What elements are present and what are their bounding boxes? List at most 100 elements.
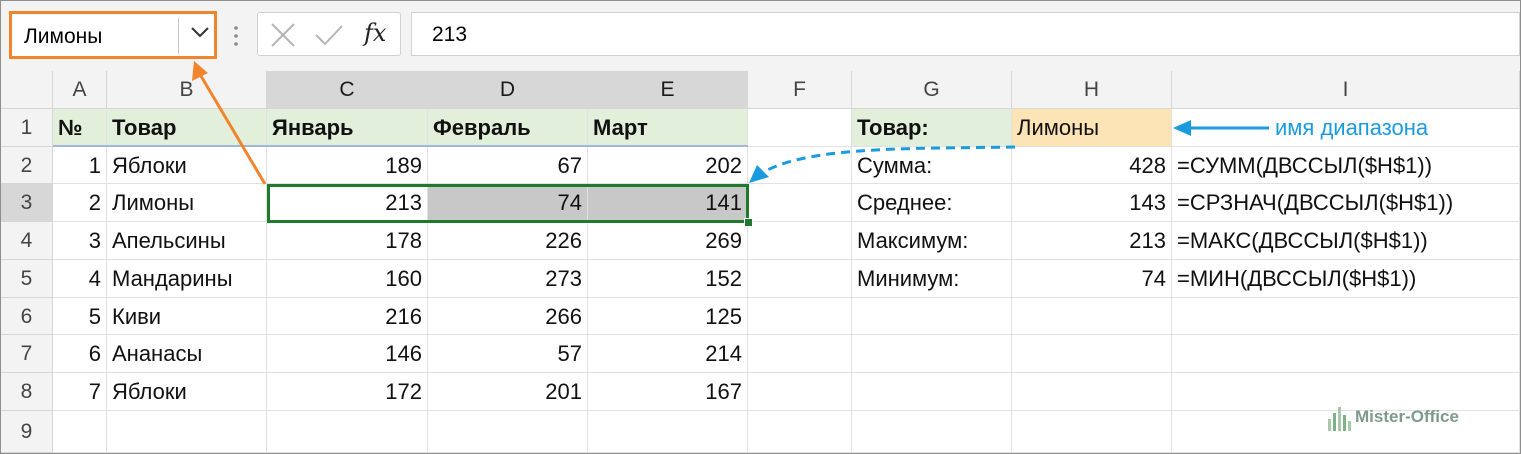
grid-line xyxy=(747,109,748,453)
drag-handle-icon[interactable] xyxy=(233,25,239,47)
cell-e5[interactable]: 152 xyxy=(593,260,742,298)
cell-b1[interactable]: Товар xyxy=(112,109,261,147)
formula-bar: Лимоны fx 213 xyxy=(1,1,1520,71)
column-header-i[interactable]: I xyxy=(1172,71,1520,109)
cell-b7[interactable]: Ананасы xyxy=(112,335,261,373)
grid-line xyxy=(587,109,588,453)
row-header-3[interactable]: 3 xyxy=(1,184,53,222)
column-header-b[interactable]: B xyxy=(107,71,267,109)
cell-c1[interactable]: Январь xyxy=(272,109,422,147)
name-box-value[interactable]: Лимоны xyxy=(24,25,102,49)
cell-a3[interactable]: 2 xyxy=(58,184,101,222)
cell-c8[interactable]: 172 xyxy=(272,373,422,411)
cell-b8[interactable]: Яблоки xyxy=(112,373,261,411)
cell-h1[interactable]: Лимоны xyxy=(1017,109,1166,147)
name-box[interactable]: Лимоны xyxy=(9,11,217,59)
cell-d8[interactable]: 201 xyxy=(433,373,582,411)
row-header-7[interactable]: 7 xyxy=(1,335,53,373)
name-box-divider xyxy=(178,18,179,54)
grid-line xyxy=(106,109,107,453)
column-header-c[interactable]: C xyxy=(267,71,428,109)
cell-a7[interactable]: 6 xyxy=(58,335,101,373)
cell-b5[interactable]: Мандарины xyxy=(112,260,261,298)
row-header-5[interactable]: 5 xyxy=(1,260,53,298)
cell-e6[interactable]: 125 xyxy=(593,298,742,336)
cell-a1[interactable]: № xyxy=(58,109,101,147)
row-header-9[interactable]: 9 xyxy=(1,411,53,453)
formula-input[interactable]: 213 xyxy=(411,12,1520,56)
grid-line xyxy=(266,109,267,453)
cell-a4[interactable]: 3 xyxy=(58,222,101,260)
cell-e1[interactable]: Март xyxy=(593,109,742,147)
cancel-icon[interactable] xyxy=(270,22,296,48)
column-header-a[interactable]: A xyxy=(53,71,107,109)
cell-h5[interactable]: 74 xyxy=(1017,260,1166,298)
column-header-f[interactable]: F xyxy=(748,71,852,109)
cell-b6[interactable]: Киви xyxy=(112,298,261,336)
cell-g2[interactable]: Сумма: xyxy=(857,147,1006,185)
cell-i4[interactable]: =МАКС(ДВССЫЛ($H$1)) xyxy=(1177,222,1519,260)
formula-value[interactable]: 213 xyxy=(432,23,467,47)
grid-line xyxy=(427,109,428,453)
logo-bars-icon xyxy=(1328,407,1351,431)
cell-e7[interactable]: 214 xyxy=(593,335,742,373)
column-header-g[interactable]: G xyxy=(852,71,1012,109)
cell-i5[interactable]: =МИН(ДВССЫЛ($H$1)) xyxy=(1177,260,1519,298)
cell-d7[interactable]: 57 xyxy=(433,335,582,373)
cell-e2[interactable]: 202 xyxy=(593,147,742,185)
row-header-1[interactable]: 1 xyxy=(1,109,53,147)
cell-d2[interactable]: 67 xyxy=(433,147,582,185)
cell-a8[interactable]: 7 xyxy=(58,373,101,411)
cell-b2[interactable]: Яблоки xyxy=(112,147,261,185)
cell-i2[interactable]: =СУММ(ДВССЫЛ($H$1)) xyxy=(1177,147,1519,185)
grid-line xyxy=(53,452,1520,453)
fill-handle[interactable] xyxy=(744,218,753,227)
column-header-h[interactable]: H xyxy=(1012,71,1172,109)
chevron-down-icon[interactable] xyxy=(190,24,210,40)
cell-c6[interactable]: 216 xyxy=(272,298,422,336)
cell-e4[interactable]: 269 xyxy=(593,222,742,260)
formula-buttons: fx xyxy=(257,12,401,56)
cell-d1[interactable]: Февраль xyxy=(433,109,582,147)
column-header-e[interactable]: E xyxy=(588,71,748,109)
cell-c4[interactable]: 178 xyxy=(272,222,422,260)
cell-c5[interactable]: 160 xyxy=(272,260,422,298)
cell-e8[interactable]: 167 xyxy=(593,373,742,411)
dashed-arrowhead-icon xyxy=(749,165,769,183)
row-header-8[interactable]: 8 xyxy=(1,373,53,411)
logo-text: Mister-Office xyxy=(1355,407,1459,426)
column-header-d[interactable]: D xyxy=(428,71,588,109)
row-header-6[interactable]: 6 xyxy=(1,298,53,335)
cell-g4[interactable]: Максимум: xyxy=(857,222,1006,260)
insert-function-icon[interactable]: fx xyxy=(364,19,386,47)
cell-a2[interactable]: 1 xyxy=(58,147,101,185)
cell-h2[interactable]: 428 xyxy=(1017,147,1166,185)
grid-line xyxy=(1171,109,1172,453)
cell-g3[interactable]: Среднее: xyxy=(857,184,1006,222)
cell-b3[interactable]: Лимоны xyxy=(112,184,261,222)
cell-d4[interactable]: 226 xyxy=(433,222,582,260)
cell-b4[interactable]: Апельсины xyxy=(112,222,261,260)
cell-g5[interactable]: Минимум: xyxy=(857,260,1006,298)
cell-h3[interactable]: 143 xyxy=(1017,184,1166,222)
cell-d6[interactable]: 266 xyxy=(433,298,582,336)
cell-d5[interactable]: 273 xyxy=(433,260,582,298)
cell-a5[interactable]: 4 xyxy=(58,260,101,298)
grid-line xyxy=(1011,109,1012,453)
cell-c2[interactable]: 189 xyxy=(272,147,422,185)
cell-g1[interactable]: Товар: xyxy=(857,109,1006,147)
confirm-icon[interactable] xyxy=(314,22,344,48)
cell-c7[interactable]: 146 xyxy=(272,335,422,373)
cell-h4[interactable]: 213 xyxy=(1017,222,1166,260)
cell-i3[interactable]: =СРЗНАЧ(ДВССЫЛ($H$1)) xyxy=(1177,184,1519,222)
range-name-annotation: имя диапазона xyxy=(1275,115,1429,140)
spreadsheet-window: Лимоны fx 213 A B C D E F G H I 1 2 3 4 5 6 7 8 9 № Товар Ян… xyxy=(0,0,1521,454)
logo: Mister-Office xyxy=(1327,405,1459,440)
row-header-4[interactable]: 4 xyxy=(1,222,53,260)
cell-a6[interactable]: 5 xyxy=(58,298,101,336)
grid-line xyxy=(851,109,852,453)
blue-arrowhead-icon xyxy=(1173,120,1191,136)
select-all-corner[interactable] xyxy=(1,71,53,109)
grid-line xyxy=(1519,109,1520,453)
row-header-2[interactable]: 2 xyxy=(1,147,53,184)
